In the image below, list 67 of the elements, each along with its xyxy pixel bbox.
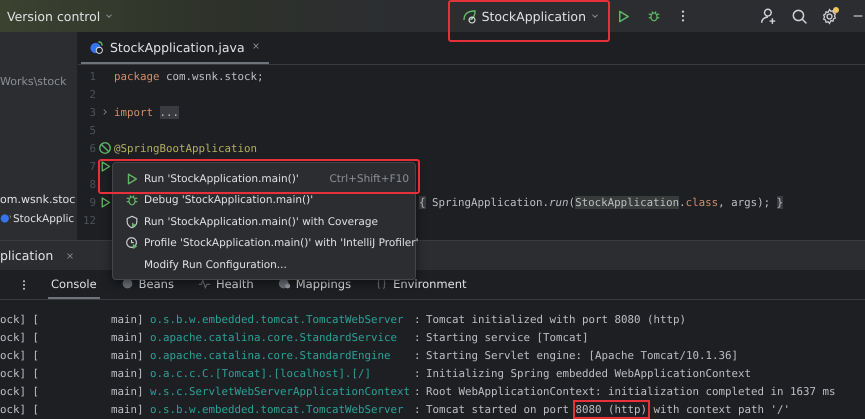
log-source: ock] [ [0, 312, 40, 326]
code-line: @SpringBootApplication [114, 142, 258, 154]
menu-item[interactable]: Debug 'StockApplication.main()' [113, 190, 415, 211]
menu-item[interactable]: Profile 'StockApplication.main()' with 'IntelliJ Profiler' [113, 232, 415, 254]
log-message: Initializing Spring embedded WebApplicationContext [426, 366, 752, 380]
play-icon[interactable] [125, 172, 139, 186]
log-separator: : [414, 330, 422, 344]
project-menu[interactable]: Version control [5, 6, 116, 26]
bean-icon [120, 277, 134, 290]
log-thread: main] [111, 330, 145, 344]
log-thread: main] [111, 402, 145, 416]
log-source: ock] [ [0, 330, 40, 344]
log-logger: o.s.b.w.embedded.tomcat.TomcatWebServer [150, 402, 405, 416]
close-icon[interactable] [65, 250, 76, 260]
log-message: with context path '/' [652, 402, 790, 416]
project-tree-item[interactable]: om.wsnk.stoc [0, 190, 77, 209]
log-thread: main] [111, 348, 145, 362]
log-thread: main] [111, 312, 145, 326]
log-separator: : [414, 312, 422, 326]
log-message: Starting Servlet engine: [Apache Tomcat/10.1.36] [426, 348, 738, 362]
log-logger: o.s.b.w.embedded.tomcat.TomcatWebServer [150, 312, 405, 326]
log-logger: w.s.c.ServletWebServerApplicationContext [150, 384, 412, 398]
clock-play-icon [125, 236, 139, 250]
highlighted-log-text: 8080 (http) [576, 402, 648, 416]
run-configuration-selector[interactable]: StockApplication [460, 6, 602, 26]
play-icon[interactable] [616, 8, 631, 24]
log-logger: o.apache.catalina.core.StandardEngine [150, 348, 392, 362]
code-line: import ... [114, 106, 180, 118]
spring-class-icon [89, 40, 104, 54]
add-user-icon[interactable] [760, 7, 778, 25]
search-icon[interactable] [791, 8, 808, 24]
log-separator: : [414, 348, 422, 362]
pulse-icon [198, 277, 211, 290]
code-line: package com.wsnk.stock; [114, 70, 264, 82]
run-window-tab[interactable]: plication [0, 248, 76, 263]
log-message: Starting service [Tomcat] [426, 330, 589, 344]
close-icon[interactable] [250, 40, 261, 50]
menu-item[interactable]: Run 'StockApplication.main()' Ctrl+Shift+F10 [113, 168, 415, 190]
editor-tab[interactable]: StockApplication.java [81, 32, 269, 64]
play-icon[interactable] [98, 160, 112, 172]
log-thread: main] [111, 384, 145, 398]
leaf-power-icon [462, 8, 478, 24]
log-source: ock] [ [0, 348, 40, 362]
bug-icon[interactable] [125, 193, 139, 208]
log-thread: main] [111, 366, 145, 380]
shield-play-icon [125, 214, 139, 229]
log-separator: : [414, 366, 422, 380]
log-message: Root WebApplicationContext: initialization completed in 1637 ms [426, 384, 836, 398]
shortcut-label: Ctrl+Shift+F10 [329, 172, 409, 185]
log-message: Tomcat started on port [426, 402, 570, 416]
log-separator: : [414, 384, 422, 398]
play-icon[interactable] [98, 196, 112, 208]
project-path: Works\stock [0, 74, 68, 90]
no-entry-icon[interactable] [98, 141, 112, 155]
project-tree-item[interactable]: StockApplic [0, 209, 77, 228]
log-logger: o.a.c.c.C.[Tomcat].[localhost].[/] [150, 366, 372, 380]
log-message: Tomcat initialized with port 8080 (http) [426, 312, 686, 326]
log-logger: o.apache.catalina.core.StandardService [150, 330, 398, 344]
log-source: ock] [ [0, 402, 40, 416]
log-separator: : [414, 402, 422, 416]
bug-icon[interactable] [647, 9, 661, 23]
console-tab[interactable]: Console [48, 270, 100, 299]
menu-item[interactable]: Run 'StockApplication.main()' with Coverage [113, 211, 415, 232]
settings-icon[interactable] [821, 8, 838, 24]
log-source: ock] [ [0, 384, 40, 398]
log-source: ock] [ [0, 366, 40, 380]
class-icon [0, 213, 11, 224]
